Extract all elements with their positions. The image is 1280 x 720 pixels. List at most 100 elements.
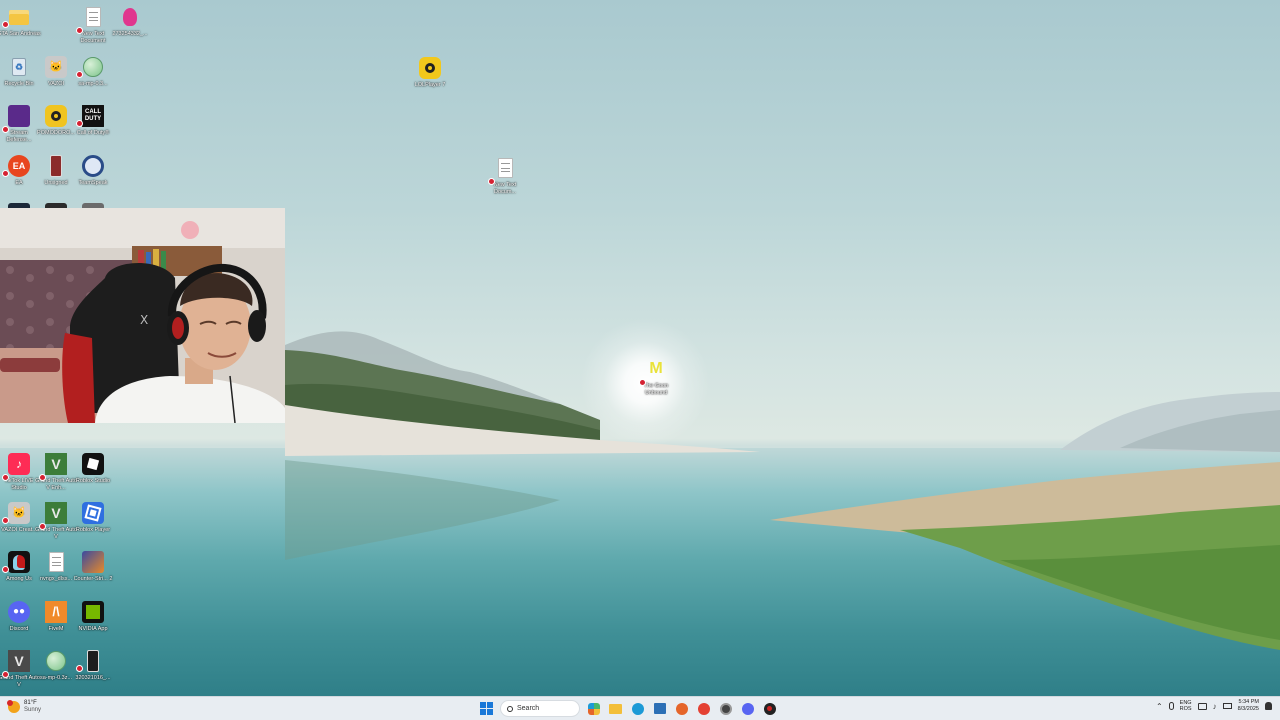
desktop-icon-gem-file[interactable]: 273254332_... bbox=[111, 5, 149, 38]
desktop-icon-samp-2[interactable]: sa-mp-0.3z... bbox=[37, 649, 75, 682]
gem-file-icon bbox=[118, 5, 142, 29]
clock-date: 8/3/2025 bbox=[1237, 706, 1259, 712]
gta-v-icon: V bbox=[44, 501, 68, 525]
vazoi-icon: 🐱 bbox=[44, 55, 68, 79]
desktop-icon-discord[interactable]: ●● Discord bbox=[0, 600, 38, 633]
search-placeholder: Search bbox=[517, 705, 540, 712]
stream-deck-icon bbox=[7, 104, 31, 128]
desktop-icon-counter-strike[interactable]: Counter-Stri... 2 bbox=[74, 550, 112, 583]
desktop-icon-gta-enhanced[interactable]: V Grand Theft Auto V Enh... bbox=[35, 452, 77, 491]
desktop-icon-file-320[interactable]: 320321016_... bbox=[74, 649, 112, 682]
desktop-icon-label: 273254332_... bbox=[112, 31, 148, 37]
weather-temperature: 81°F bbox=[24, 700, 37, 706]
desktop-icon-call-of-duty[interactable]: CALL DUTY Call of Duty® bbox=[74, 104, 112, 137]
desktop-icon-text-file-1[interactable]: New Text Document bbox=[74, 5, 112, 44]
desktop-icon-nvngx[interactable]: nvngx_dlss... bbox=[37, 550, 75, 583]
file-explorer-app[interactable] bbox=[607, 700, 624, 717]
chrome-app[interactable] bbox=[695, 700, 712, 717]
samp-1-icon bbox=[81, 55, 105, 79]
desktop-icon-label: Roblox Player bbox=[75, 527, 111, 533]
desktop-icon-label: GTA San Andreas bbox=[0, 31, 41, 37]
gta-enhanced-icon: V bbox=[44, 452, 68, 476]
microphone-icon[interactable] bbox=[1168, 702, 1174, 710]
desktop-icon-unsigned[interactable]: Unsigned bbox=[37, 154, 75, 187]
taskbar: 81°F Sunny Search ⌃ ENG ROS ♪ 5:34 PM 8/… bbox=[0, 696, 1280, 720]
desktop-icon-recycle-bin[interactable]: ♻ Recycle Bin bbox=[0, 55, 38, 88]
chrome-icon bbox=[697, 702, 710, 715]
tiktok-live-icon: ♪ bbox=[7, 452, 31, 476]
svg-text:X: X bbox=[140, 313, 148, 327]
clock-time: 5:34 PM bbox=[1238, 699, 1259, 705]
shortcut-badge-icon bbox=[488, 178, 495, 185]
webcam-overlay: X bbox=[0, 208, 285, 423]
desktop-icon-goon-stream[interactable]: M The Goon Unbound bbox=[637, 357, 675, 396]
taskbar-search-box[interactable]: Search bbox=[500, 700, 580, 717]
weather-widget[interactable]: 81°F Sunny bbox=[7, 700, 41, 714]
shortcut-badge-icon bbox=[2, 474, 9, 481]
desktop-icon-pomodoro[interactable]: POMODORO... bbox=[37, 104, 75, 137]
desktop-icon-roblox-studio[interactable]: Roblox Studio bbox=[74, 452, 112, 485]
desktop-icon-samp-1[interactable]: sa-mp-0.3... bbox=[74, 55, 112, 88]
obs-app[interactable] bbox=[717, 700, 734, 717]
desktop-icon-text-file-2[interactable]: New Text Docum... bbox=[486, 156, 524, 195]
shortcut-badge-icon bbox=[39, 474, 46, 481]
nvngx-icon bbox=[44, 550, 68, 574]
discord-icon: ●● bbox=[7, 600, 31, 624]
desktop-icon-label: LOLPlayer 7 bbox=[414, 82, 446, 88]
shortcut-badge-icon bbox=[76, 664, 83, 672]
among-us-icon bbox=[7, 550, 31, 574]
pomodoro-icon bbox=[44, 104, 68, 128]
chevron-up-icon[interactable]: ⌃ bbox=[1156, 702, 1163, 711]
desktop-icon-teamspeak[interactable]: TeamSpeak bbox=[74, 154, 112, 187]
desktop-icon-vazoi-creator[interactable]: 🐱 VAZOI Creat... bbox=[0, 501, 38, 534]
teamspeak-icon bbox=[81, 154, 105, 178]
call-of-duty-icon: CALL DUTY bbox=[81, 104, 105, 128]
desktop-icon-gta-v[interactable]: V Grand Theft Auto V bbox=[35, 501, 77, 540]
firefox-app[interactable] bbox=[673, 700, 690, 717]
shortcut-badge-icon bbox=[2, 126, 9, 133]
edge-app[interactable] bbox=[629, 700, 646, 717]
widgets-app[interactable] bbox=[585, 700, 602, 717]
desktop-icon-among-us[interactable]: Among Us bbox=[0, 550, 38, 583]
text-file-2-icon bbox=[493, 156, 517, 180]
shortcut-badge-icon bbox=[76, 27, 83, 34]
counter-strike-icon bbox=[81, 550, 105, 574]
recorder-app[interactable] bbox=[761, 700, 778, 717]
edge-icon bbox=[631, 702, 644, 715]
notification-bell-icon[interactable] bbox=[1265, 702, 1272, 710]
desktop-icon-lol-player[interactable]: LOLPlayer 7 bbox=[411, 56, 449, 89]
clock[interactable]: 5:34 PM 8/3/2025 bbox=[1238, 699, 1259, 713]
search-icon bbox=[507, 705, 513, 712]
desktop-icon-stream-deck[interactable]: Stream Defense... bbox=[0, 104, 38, 143]
desktop-icon-fivem[interactable]: /\ FiveM bbox=[37, 600, 75, 633]
battery-icon[interactable] bbox=[1222, 703, 1232, 709]
store-icon bbox=[653, 703, 666, 714]
start-button[interactable] bbox=[478, 700, 495, 717]
desktop-icon-vazoi[interactable]: 🐱 VAZOI bbox=[37, 55, 75, 88]
vazoi-creator-icon: 🐱 bbox=[7, 501, 31, 525]
desktop-icon-tiktok-live[interactable]: ♪ TikTok LIVE Studio bbox=[0, 452, 38, 491]
shortcut-badge-icon bbox=[639, 379, 646, 386]
store-app[interactable] bbox=[651, 700, 668, 717]
volume-icon[interactable]: ♪ bbox=[1213, 702, 1217, 711]
desktop-icon-label: Call of Duty® bbox=[76, 130, 110, 136]
shortcut-badge-icon bbox=[39, 523, 46, 530]
desktop-icon-folder[interactable]: GTA San Andreas bbox=[0, 5, 41, 38]
shortcut-badge-icon bbox=[76, 119, 83, 127]
language-indicator[interactable]: ENG ROS bbox=[1180, 700, 1192, 713]
desktop-icon-label: TeamSpeak bbox=[78, 180, 108, 186]
lol-player-icon bbox=[418, 56, 442, 80]
desktop-icon-nvidia-app[interactable]: NVIDIA App bbox=[74, 600, 112, 633]
ea-icon: EA bbox=[7, 154, 31, 178]
roblox-player-icon bbox=[81, 501, 105, 525]
desktop-icon-gta-v-2[interactable]: V Grand Theft Auto V bbox=[0, 649, 40, 688]
shortcut-badge-icon bbox=[2, 516, 9, 524]
network-icon[interactable] bbox=[1197, 702, 1207, 710]
discord-app[interactable] bbox=[739, 700, 756, 717]
taskbar-app-area: Search bbox=[478, 700, 778, 717]
desktop-icon-roblox-player[interactable]: Roblox Player bbox=[74, 501, 112, 534]
firefox-icon bbox=[675, 702, 688, 715]
desktop-icon-label: 320321016_... bbox=[75, 675, 111, 681]
folder-icon bbox=[609, 703, 622, 714]
desktop-icon-ea[interactable]: EA EA bbox=[0, 154, 38, 187]
